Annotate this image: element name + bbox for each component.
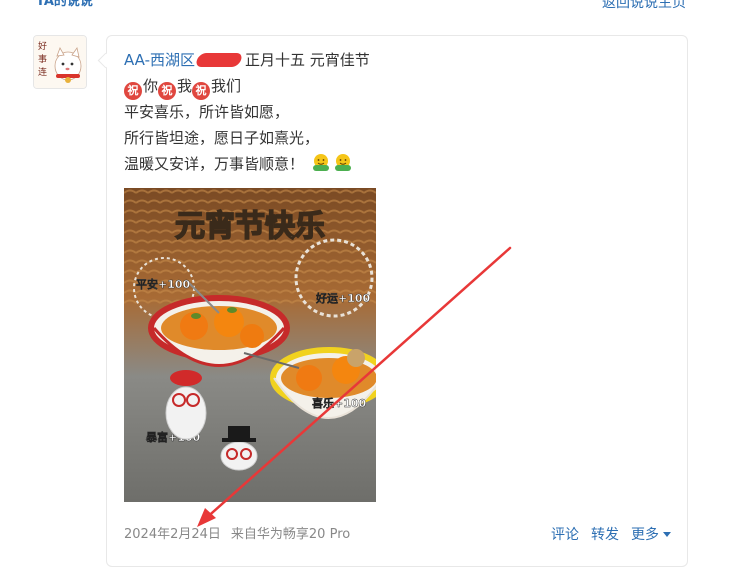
svg-text:连: 连 bbox=[38, 66, 47, 78]
post-text: 温暖又安详，万事皆顺意！ bbox=[124, 155, 305, 173]
avatar-calligraphy: 好 bbox=[38, 40, 47, 52]
zhu-badge-emoji: 祝 bbox=[192, 82, 211, 100]
redaction-mark bbox=[194, 53, 244, 67]
zhu-badge-emoji: 祝 bbox=[124, 82, 142, 100]
svg-text:事: 事 bbox=[38, 53, 47, 65]
post-title: 正月十五 元宵佳节 bbox=[245, 51, 370, 69]
zhu-badge-emoji: 祝 bbox=[158, 82, 177, 100]
image-title: 元宵节快乐 bbox=[175, 209, 325, 244]
author-link[interactable]: AA-西湖区 bbox=[124, 51, 195, 69]
forward-button[interactable]: 转发 bbox=[591, 527, 619, 543]
section-title: TA的说说 bbox=[36, 0, 93, 9]
post-text-line: 所行皆坦途，愿日子如熹光， bbox=[124, 129, 320, 147]
post-actions: 评论 转发 更多 bbox=[539, 526, 671, 544]
chevron-down-icon bbox=[663, 532, 671, 537]
post-text-line-last: 温暖又安详，万事皆顺意！ bbox=[124, 153, 353, 175]
image-label: 好运+100 bbox=[315, 291, 371, 305]
post-photo[interactable]: 元宵节快乐 平安+100 好运+100 喜乐+100 暴富+100 bbox=[124, 188, 376, 502]
post-source: 来自华为畅享20 Pro bbox=[230, 527, 351, 542]
top-bar: TA的说说 返回说说主页 bbox=[0, 0, 729, 14]
lucky-cat-avatar-image: 好 事 连 bbox=[34, 36, 86, 88]
more-label: 更多 bbox=[631, 527, 659, 543]
image-label: 平安+100 bbox=[136, 277, 191, 291]
greeting-line: 祝你祝我祝我们 bbox=[124, 75, 241, 100]
post-text-line: 平安喜乐，所许皆如愿， bbox=[124, 103, 290, 121]
hug-emoji-icon bbox=[334, 154, 351, 171]
greeting-word: 我们 bbox=[211, 77, 242, 95]
greeting-word: 我 bbox=[177, 77, 193, 95]
comment-button[interactable]: 评论 bbox=[551, 527, 579, 543]
post-meta: 2024年2月24日 来自华为畅享20 Pro bbox=[124, 526, 350, 544]
lantern-festival-image: 元宵节快乐 平安+100 好运+100 喜乐+100 暴富+100 bbox=[124, 188, 376, 502]
avatar[interactable]: 好 事 连 bbox=[33, 35, 87, 89]
post-header: AA-西湖区 正月十五 元宵佳节 bbox=[124, 49, 370, 71]
more-button[interactable]: 更多 bbox=[631, 527, 671, 543]
image-label: 喜乐+100 bbox=[312, 396, 367, 410]
greeting-word: 你 bbox=[143, 77, 159, 95]
back-to-feed-link[interactable]: 返回说说主页 bbox=[602, 0, 686, 11]
post-date: 2024年2月24日 bbox=[124, 527, 221, 542]
hug-emoji-icon bbox=[312, 154, 329, 171]
